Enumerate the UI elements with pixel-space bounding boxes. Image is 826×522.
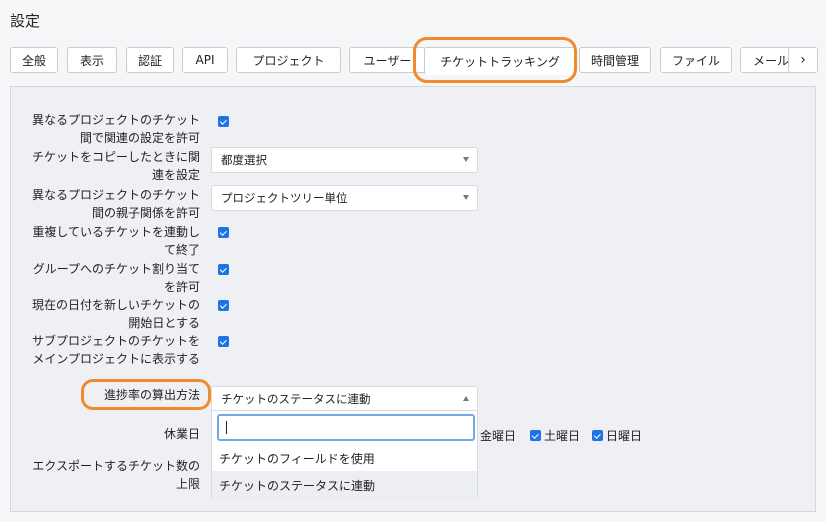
tab-users[interactable]: ユーザー <box>349 47 426 73</box>
tab-time-tracking[interactable]: 時間管理 <box>579 47 651 73</box>
page-title: 設定 <box>10 12 41 30</box>
group-assignment-label: グループへのチケット割り当てを許可 <box>32 262 200 294</box>
dropdown-search-input[interactable] <box>217 414 475 441</box>
close-duplicates-checkbox[interactable] <box>218 227 229 238</box>
tab-files[interactable]: ファイル <box>660 47 732 73</box>
cross-project-relations-checkbox[interactable] <box>218 116 229 127</box>
cross-project-relations-label: 異なるプロジェクトのチケット間で関連の設定を許可 <box>31 113 200 145</box>
settings-tabs: 全般 表示 認証 API プロジェクト ユーザー チケットトラッキング 時間管理… <box>10 47 818 75</box>
link-copied-issue-label: チケットをコピーしたときに関連を設定 <box>31 150 200 182</box>
export-limit-label: エクスポートするチケット数の上限 <box>32 459 200 491</box>
weekday-saturday[interactable]: 土曜日 <box>530 427 580 444</box>
saturday-checkbox[interactable] <box>530 430 541 441</box>
done-ratio-select[interactable]: チケットのステータスに連動 <box>211 386 478 412</box>
display-subprojects-label: サブプロジェクトのチケットをメインプロジェクトに表示する <box>31 334 200 366</box>
dropdown-option-use-status[interactable]: チケットのステータスに連動 <box>212 471 477 499</box>
cross-project-subtasks-value: プロジェクトツリー単位 <box>221 191 348 205</box>
cross-project-subtasks-label: 異なるプロジェクトのチケット間の親子関係を許可 <box>31 188 200 220</box>
cross-project-subtasks-select[interactable]: プロジェクトツリー単位 <box>211 185 478 211</box>
tab-api[interactable]: API <box>182 47 228 73</box>
weekday-friday[interactable]: 金曜日 <box>480 427 516 444</box>
link-copied-issue-select[interactable]: 都度選択 <box>211 147 478 173</box>
close-duplicates-label: 重複しているチケットを連動して終了 <box>32 225 200 257</box>
tab-general[interactable]: 全般 <box>10 47 58 73</box>
dropdown-option-use-field[interactable]: チケットのフィールドを使用 <box>212 444 477 472</box>
non-working-days-label: 休業日 <box>163 427 200 441</box>
default-start-date-label: 現在の日付を新しいチケットの開始日とする <box>31 298 200 330</box>
done-ratio-label: 進捗率の算出方法 <box>103 388 200 402</box>
tab-issue-tracking[interactable]: チケットトラッキング <box>424 47 576 75</box>
sunday-checkbox[interactable] <box>592 430 603 441</box>
done-ratio-dropdown: チケットのフィールドを使用 チケットのステータスに連動 <box>211 410 478 499</box>
display-subprojects-checkbox[interactable] <box>218 336 229 347</box>
tab-projects[interactable]: プロジェクト <box>236 47 341 73</box>
default-start-date-checkbox[interactable] <box>218 300 229 311</box>
chevron-up-icon <box>463 396 469 401</box>
link-copied-issue-value: 都度選択 <box>221 153 267 167</box>
tab-display[interactable]: 表示 <box>67 47 117 73</box>
tab-scroll-right-icon[interactable]: › <box>788 47 818 73</box>
group-assignment-checkbox[interactable] <box>218 264 229 275</box>
chevron-down-icon <box>463 157 469 162</box>
text-caret <box>226 421 227 434</box>
chevron-down-icon <box>463 195 469 200</box>
done-ratio-value: チケットのステータスに連動 <box>221 392 371 406</box>
tab-authentication[interactable]: 認証 <box>126 47 174 73</box>
weekday-sunday[interactable]: 日曜日 <box>592 427 642 444</box>
